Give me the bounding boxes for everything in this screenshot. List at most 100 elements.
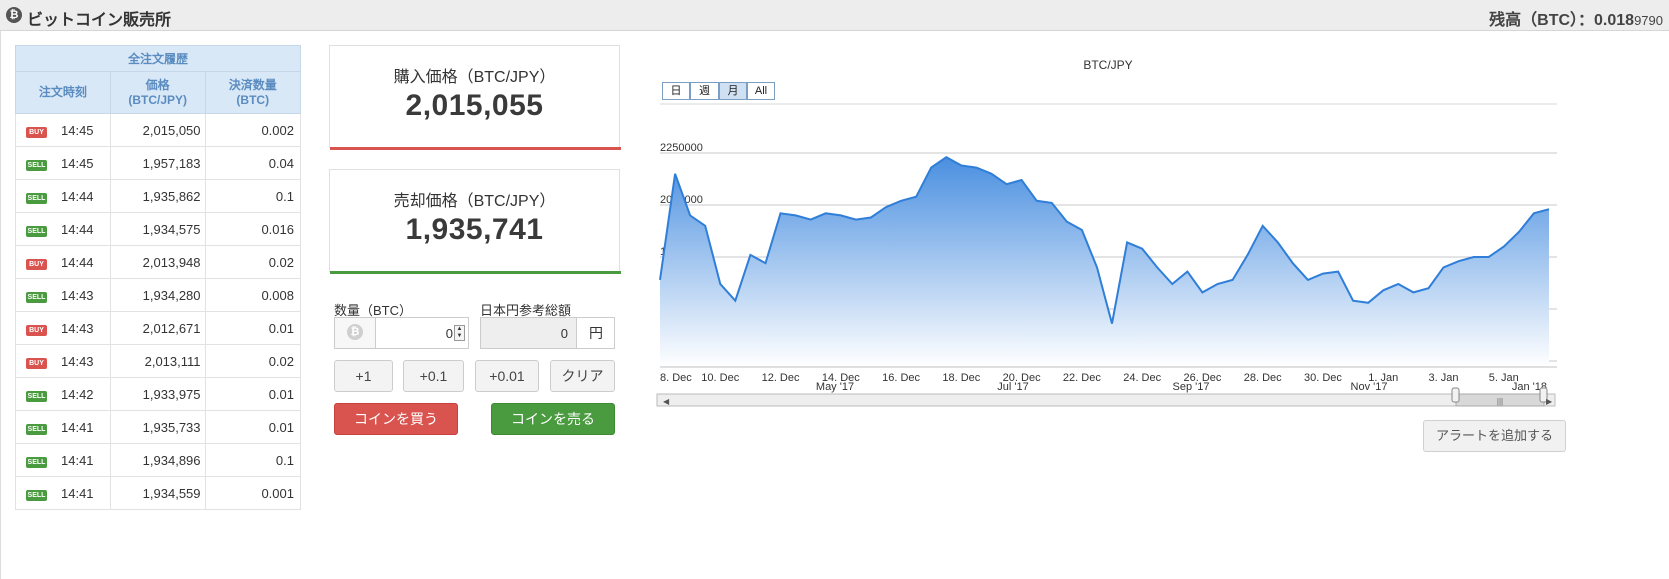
table-row: SELL 14:44 1,934,575 0.016	[15, 212, 302, 246]
quantity-field-group: ₿ ▲▼	[334, 317, 469, 349]
column-header-time: 注文時刻	[15, 71, 111, 114]
balance-label: 残高（BTC）：	[1489, 12, 1595, 29]
bitcoin-coin-icon: ₿	[347, 324, 363, 340]
y-tick-label: 2250000	[660, 142, 703, 154]
order-time-cell: SELL 14:45	[15, 146, 111, 180]
order-quantity-cell: 0.02	[204, 245, 302, 279]
chart-title: BTC/JPY	[1083, 58, 1132, 72]
order-quantity-cell: 0.02	[204, 344, 302, 378]
order-time: 14:43	[61, 353, 94, 369]
order-quantity-cell: 0.1	[204, 443, 302, 477]
table-row: SELL 14:43 1,934,280 0.008	[15, 278, 302, 312]
left-frame-border	[0, 31, 1, 579]
column-header-quantity: 決済数量 (BTC)	[204, 71, 302, 114]
table-row: SELL 14:44 1,935,862 0.1	[15, 179, 302, 213]
table-row: SELL 14:45 1,957,183 0.04	[15, 146, 302, 180]
order-quantity-cell: 0.04	[204, 146, 302, 180]
table-row: BUY 14:44 2,013,948 0.02	[15, 245, 302, 279]
order-time: 14:41	[61, 485, 94, 501]
page-title: ビットコイン販売所	[27, 12, 172, 29]
order-time-cell: SELL 14:42	[15, 377, 111, 411]
x-tick-label: 30. Dec	[1304, 372, 1342, 384]
x-tick-label: 10. Dec	[701, 372, 739, 384]
app-header: ₿ ビットコイン販売所 残高（BTC）：0.0189790	[0, 0, 1669, 31]
order-quantity-cell: 0.01	[204, 311, 302, 345]
order-quantity-cell: 0.001	[204, 476, 302, 510]
order-time-cell: SELL 14:41	[15, 443, 111, 477]
order-time-cell: SELL 14:41	[15, 410, 111, 444]
order-time-cell: BUY 14:44	[15, 245, 111, 279]
range-button-day[interactable]: 日	[662, 82, 690, 100]
btc-balance: 残高（BTC）：0.0189790	[1489, 6, 1663, 30]
jpy-total-input	[481, 318, 577, 348]
order-price-cell: 1,934,559	[109, 476, 206, 510]
navigator-label: May '17	[816, 381, 854, 393]
add-alert-button[interactable]: アラートを追加する	[1423, 420, 1566, 452]
column-header-quantity-line1: 決済数量	[228, 77, 277, 92]
x-tick-label: 24. Dec	[1123, 372, 1161, 384]
quantity-addon: ₿	[335, 318, 376, 348]
navigator-handle-left[interactable]	[1451, 387, 1460, 403]
column-header-price: 価格 (BTC/JPY)	[109, 71, 206, 114]
column-header-price-line1: 価格	[145, 77, 170, 92]
navigator-label: Nov '17	[1351, 381, 1388, 393]
column-header-quantity-line2: (BTC)	[236, 92, 270, 107]
add-1-button[interactable]: +1	[334, 360, 393, 392]
column-header-price-line2: (BTC/JPY)	[128, 92, 187, 107]
order-side-badge: SELL	[26, 423, 47, 435]
buy-price-value: 2,015,055	[405, 89, 544, 122]
order-price-cell: 2,012,671	[109, 311, 206, 345]
order-quantity-cell: 0.1	[204, 179, 302, 213]
sell-coin-button[interactable]: コインを売る	[491, 403, 615, 435]
navigator-label: Sep '17	[1173, 381, 1210, 393]
add-0.1-button[interactable]: +0.1	[403, 360, 464, 392]
order-time: 14:43	[61, 287, 94, 303]
buy-coin-button[interactable]: コインを買う	[334, 403, 458, 435]
x-tick-label: 22. Dec	[1063, 372, 1101, 384]
buy-price-panel: 購入価格（BTC/JPY） 2,015,055	[329, 45, 621, 150]
scroll-right-arrow-icon[interactable]: ▶	[1546, 397, 1553, 406]
order-time: 14:41	[61, 452, 94, 468]
range-button-month[interactable]: 月	[719, 82, 747, 100]
table-row: BUY 14:43 2,012,671 0.01	[15, 311, 302, 345]
price-area-fill	[660, 157, 1549, 367]
order-side-badge: SELL	[26, 225, 47, 237]
order-price-cell: 2,013,948	[109, 245, 206, 279]
order-time: 14:42	[61, 386, 94, 402]
add-0.01-button[interactable]: +0.01	[475, 360, 539, 392]
table-row: BUY 14:45 2,015,050 0.002	[15, 113, 302, 147]
order-history-table: 全注文履歴 注文時刻 価格 (BTC/JPY) 決済数量 (BTC) BUY 14:4…	[15, 45, 302, 510]
order-side-badge: BUY	[26, 126, 47, 138]
bitcoin-logo-icon: ₿	[6, 7, 22, 23]
order-side-badge: SELL	[26, 192, 47, 204]
table-row: SELL 14:42 1,933,975 0.01	[15, 377, 302, 411]
scroll-left-arrow-icon[interactable]: ◀	[663, 397, 670, 406]
table-row: SELL 14:41 1,934,896 0.1	[15, 443, 302, 477]
order-history-caption: 全注文履歴	[15, 45, 301, 72]
quantity-input[interactable]	[377, 318, 455, 348]
range-button-week[interactable]: 週	[690, 82, 719, 100]
order-time-cell: SELL 14:44	[15, 179, 111, 213]
order-side-badge: SELL	[26, 489, 47, 501]
chart-x-axis-labels: 8. Dec 10. Dec 12. Dec 14. Dec 16. Dec 18. De…	[660, 372, 1519, 384]
order-time: 14:44	[61, 188, 94, 204]
order-quantity-cell: 0.01	[204, 377, 302, 411]
jpy-total-field-group: 円	[480, 317, 615, 349]
order-time: 14:45	[61, 122, 94, 138]
navigator-scrollbar-track[interactable]	[656, 393, 1556, 407]
table-row: SELL 14:41 1,935,733 0.01	[15, 410, 302, 444]
order-side-badge: SELL	[26, 456, 47, 468]
order-side-badge: BUY	[26, 357, 47, 369]
balance-value-small: 9790	[1634, 13, 1663, 28]
quantity-stepper[interactable]: ▲ ▼	[454, 325, 465, 341]
range-button-all[interactable]: All	[747, 82, 775, 100]
clear-button[interactable]: クリア	[550, 360, 615, 392]
x-tick-label: 16. Dec	[882, 372, 920, 384]
order-side-badge: SELL	[26, 291, 47, 303]
buy-price-accent-bar	[330, 147, 621, 150]
order-time-cell: SELL 14:43	[15, 278, 111, 312]
jpy-unit-label: 円	[578, 318, 614, 348]
x-tick-label: 28. Dec	[1244, 372, 1282, 384]
balance-value: 0.018	[1594, 12, 1635, 29]
sell-price-panel: 売却価格（BTC/JPY） 1,935,741	[329, 169, 621, 274]
